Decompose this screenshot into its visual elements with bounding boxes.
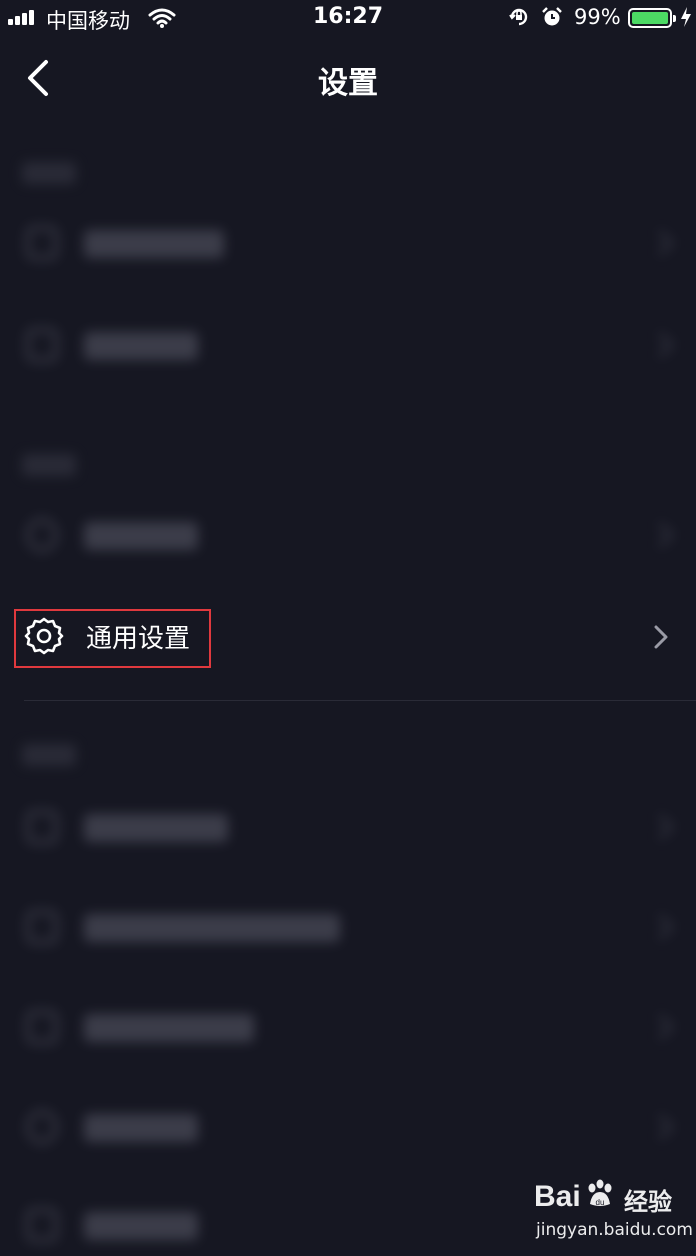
watermark-url: jingyan.baidu.com xyxy=(536,1220,693,1240)
account-icon xyxy=(26,226,58,260)
list-item-label xyxy=(84,1014,254,1042)
paw-icon: du xyxy=(588,1179,612,1207)
info-icon xyxy=(26,1208,58,1242)
chevron-right-icon xyxy=(648,914,674,940)
list-item[interactable] xyxy=(0,998,696,1058)
list-item[interactable] xyxy=(0,316,696,376)
chevron-right-icon xyxy=(648,1014,674,1040)
notification-icon xyxy=(26,518,58,552)
chevron-right-icon xyxy=(648,814,674,840)
list-item-label xyxy=(84,230,224,258)
chevron-right-icon xyxy=(648,522,674,548)
list-item[interactable] xyxy=(0,214,696,274)
list-item-label xyxy=(84,332,198,360)
watermark-logo: Bai xyxy=(534,1180,581,1213)
gear-icon xyxy=(24,617,64,655)
general-settings-item[interactable]: 通用设置 xyxy=(0,600,696,674)
help-icon xyxy=(26,1110,58,1144)
list-item-label xyxy=(84,1212,198,1240)
list-item-label xyxy=(84,814,228,842)
chevron-right-icon xyxy=(654,625,668,649)
lock-icon xyxy=(26,328,58,362)
general-settings-label: 通用设置 xyxy=(86,624,191,654)
list-item-label xyxy=(84,1114,198,1142)
section-header xyxy=(22,454,76,476)
download-icon xyxy=(26,910,58,944)
list-item-label xyxy=(84,522,198,550)
baidu-jingyan-watermark: Bai du 经验 jingyan.baidu.com xyxy=(528,1178,693,1248)
list-item[interactable] xyxy=(0,798,696,858)
chevron-right-icon xyxy=(648,1114,674,1140)
list-item[interactable] xyxy=(0,898,696,958)
section-divider xyxy=(24,700,696,701)
svg-text:du: du xyxy=(596,1198,605,1207)
chevron-right-icon xyxy=(648,332,674,358)
music-icon xyxy=(26,810,58,844)
section-header xyxy=(22,744,76,766)
edit-icon xyxy=(26,1010,58,1044)
watermark-brand: 经验 xyxy=(624,1188,672,1216)
list-item[interactable] xyxy=(0,1098,696,1158)
section-header xyxy=(22,162,76,184)
list-item[interactable] xyxy=(0,506,696,566)
chevron-right-icon xyxy=(648,230,674,256)
list-item-label xyxy=(84,914,340,942)
